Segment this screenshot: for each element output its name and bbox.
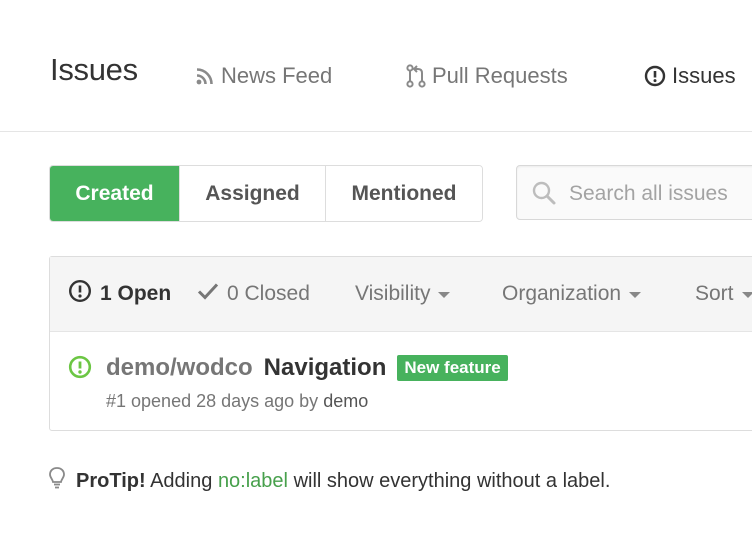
protip-prefix: ProTip! [76,469,146,492]
git-pull-request-icon [406,64,426,88]
issue-meta: #1 opened 28 days ago by demo [106,391,368,412]
sort-dropdown[interactable]: Sort [695,281,752,307]
closed-count-label: 0 Closed [227,282,310,305]
sort-dropdown-label: Sort [695,282,734,305]
rss-icon [195,66,215,86]
caret-down-icon [438,292,451,298]
issue-repo-link[interactable]: demo/wodco [106,354,253,382]
nav-issues[interactable]: Issues [644,63,736,89]
page-header: Issues News Feed Pull Requests Issues [0,0,752,132]
filter-tabs: Created Assigned Mentioned [49,165,483,222]
protip-text-before: Adding [150,469,213,492]
tab-assigned[interactable]: Assigned [180,166,326,221]
issue-label-badge[interactable]: New feature [397,355,508,381]
nav-pull-requests[interactable]: Pull Requests [406,63,568,89]
issue-title-line: demo/wodco Navigation New feature [106,353,508,383]
search-box [516,165,752,220]
light-bulb-icon [48,466,66,496]
nav-news-feed[interactable]: News Feed [195,63,332,89]
search-icon [531,180,557,211]
caret-down-icon [741,292,752,298]
issue-author-link[interactable]: demo [323,391,368,411]
organization-dropdown-label: Organization [502,282,622,305]
issue-meta-text: #1 opened 28 days ago by [106,391,319,411]
issue-opened-icon [644,65,666,87]
protip-text: ProTip! Adding no:label will show everyt… [76,470,610,493]
tab-mentioned[interactable]: Mentioned [326,166,482,221]
tab-created[interactable]: Created [50,166,180,221]
nav-news-feed-label: News Feed [221,63,333,88]
issue-opened-icon [68,355,92,384]
organization-dropdown[interactable]: Organization [502,281,642,307]
protip: ProTip! Adding no:label will show everyt… [48,466,610,496]
open-count-label: 1 Open [100,282,172,305]
issue-opened-icon [68,279,92,309]
protip-text-after: will show everything without a label. [293,469,611,492]
nav-issues-label: Issues [672,63,736,88]
page-title: Issues [50,52,138,87]
visibility-dropdown-label: Visibility [355,282,431,305]
visibility-dropdown[interactable]: Visibility [355,281,451,307]
closed-issues-filter[interactable]: 0 Closed [197,281,310,307]
caret-down-icon [629,292,642,298]
issues-page: Issues News Feed Pull Requests Issues Cr… [0,0,752,547]
check-icon [197,281,219,307]
issue-list-item[interactable]: demo/wodco Navigation New feature #1 ope… [50,332,752,430]
issues-list-header: 1 Open 0 Closed Visibility Organization [50,257,752,332]
open-issues-filter[interactable]: 1 Open [68,279,172,309]
search-input[interactable] [567,176,752,212]
issue-title-link[interactable]: Navigation [264,354,387,382]
issues-list-box: 1 Open 0 Closed Visibility Organization [49,256,752,431]
protip-no-label-link[interactable]: no:label [218,470,288,492]
nav-pull-requests-label: Pull Requests [432,63,568,88]
